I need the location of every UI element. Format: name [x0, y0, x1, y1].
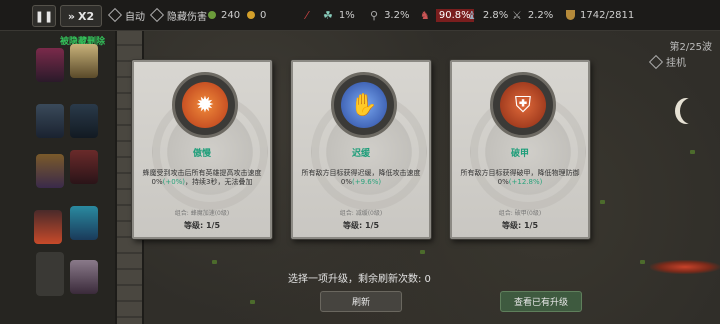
upgrade-prompt: 选择一项升级，剩余刷新次数: 0 [288, 274, 431, 285]
stat-rogue: ⚔ 2.2% [512, 8, 554, 22]
mage-icon: ♝ [467, 8, 477, 22]
crossbow-icon: ⁄ [306, 8, 308, 22]
card-icon-frame: ✋ [331, 72, 397, 138]
stat-mage: ♝ 2.8% [467, 8, 509, 22]
card-icon-frame: ⛨ [490, 72, 556, 138]
auto-idle-toggle[interactable]: 挂机 [648, 54, 686, 69]
archer-icon: ☘ [323, 8, 333, 22]
slow-chain-icon: ✋ [341, 82, 387, 128]
stat-archer: ☘ 1% [323, 8, 355, 22]
diamond-icon [648, 54, 664, 69]
auto-toggle[interactable]: 自动 [107, 0, 145, 30]
hp-display: 1742/2811 [566, 0, 634, 30]
top-bar: ❚❚ » X2 自动 隐藏伤害 240 0 ⁄ ☘ 1% ⚲ 3.2% ♞ 90… [0, 0, 720, 31]
card-combo: 组合: 蜂魔加速(0级) [174, 210, 230, 217]
hero-slot[interactable] [36, 252, 64, 296]
card-title: 傲慢 [192, 149, 211, 159]
card-level: 等级: 1/5 [183, 221, 221, 230]
diamond-icon [149, 7, 165, 23]
upgrade-card-slow[interactable]: ✋ 迟缓 所有敌方目标获得迟缓，降低攻击速度0%(+9.6%) 组合: 减缓(0… [291, 60, 431, 239]
hide-damage-toggle[interactable]: 隐藏伤害 [149, 0, 207, 30]
moon-icon [680, 98, 702, 124]
hero-slot[interactable] [70, 44, 98, 78]
card-icon-frame: ✹ [172, 72, 238, 138]
stat-crossbow: ⁄ [306, 0, 314, 30]
pause-icon: ❚❚ [34, 9, 54, 23]
hero-slot[interactable] [70, 150, 98, 184]
wave-counter: 第2/25波 [669, 42, 712, 53]
hero-slot[interactable] [36, 48, 64, 82]
card-description: 所有敌方目标获得破甲，降低物理防御0%(+12.8%) [460, 169, 580, 186]
armor-break-icon: ⛨ [500, 82, 546, 128]
fire-hazard [650, 260, 720, 274]
card-description: 蜂魔受到攻击后所有英雄提高攻击速度0%(+0%)，持续3秒，无法叠加 [142, 169, 262, 186]
card-description: 所有敌方目标获得迟缓，降低攻击速度0%(+9.6%) [301, 169, 421, 186]
stat-runner: ⚲ 3.2% [370, 8, 410, 22]
card-combo: 组合: 破甲(0级) [498, 210, 542, 217]
view-upgrades-button[interactable]: 查看已有升级 [500, 291, 582, 312]
card-level: 等级: 1/5 [342, 221, 380, 230]
diamond-icon [107, 7, 123, 23]
card-title: 迟缓 [351, 149, 370, 159]
card-combo: 组合: 减缓(0级) [339, 210, 383, 217]
runner-icon: ⚲ [370, 8, 379, 22]
hero-slot[interactable] [36, 154, 64, 188]
green-currency: 240 [208, 0, 240, 30]
speed-button[interactable]: » X2 [60, 5, 102, 27]
hero-slot[interactable] [70, 206, 98, 240]
stat-warrior: ♞ 90.8% [420, 0, 474, 30]
gem-icon [208, 11, 216, 19]
hero-slot[interactable] [70, 104, 98, 138]
shield-icon [566, 10, 575, 20]
hero-slot[interactable] [70, 260, 98, 294]
warrior-icon: ♞ [420, 8, 430, 22]
rogue-icon: ⚔ [512, 8, 522, 22]
hero-slot[interactable] [34, 210, 62, 244]
card-level: 等级: 1/5 [501, 221, 539, 230]
coin-icon [247, 11, 255, 19]
hero-slot[interactable] [36, 104, 64, 138]
upgrade-card-armor-break[interactable]: ⛨ 破甲 所有敌方目标获得破甲，降低物理防御0%(+12.8%) 组合: 破甲(… [450, 60, 590, 239]
gold-currency: 0 [247, 0, 266, 30]
card-title: 破甲 [510, 149, 529, 159]
upgrade-card-pride[interactable]: ✹ 傲慢 蜂魔受到攻击后所有英雄提高攻击速度0%(+0%)，持续3秒，无法叠加 … [132, 60, 272, 239]
pause-button[interactable]: ❚❚ [32, 5, 56, 27]
fast-forward-icon: » [67, 9, 75, 23]
refresh-button[interactable]: 刷新 [320, 291, 402, 312]
pride-beast-icon: ✹ [182, 82, 228, 128]
